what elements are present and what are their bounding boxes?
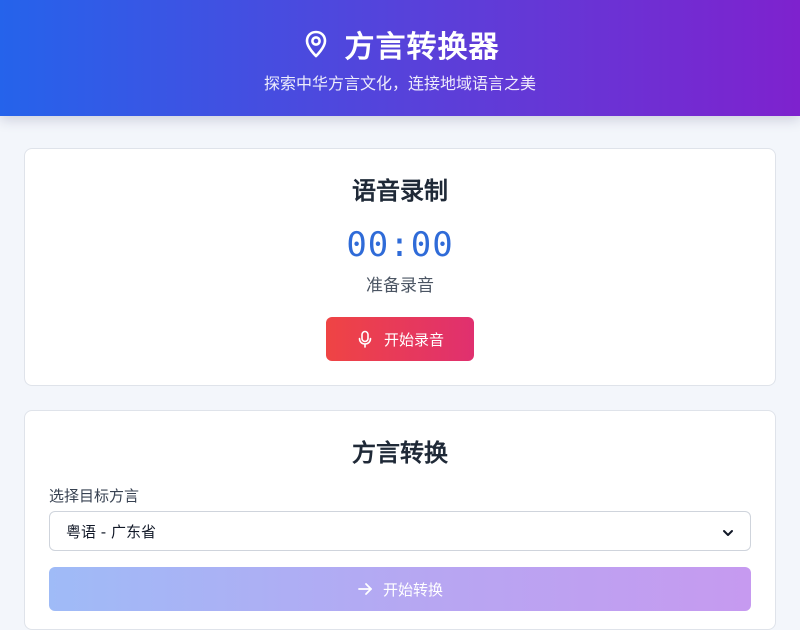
start-recording-label: 开始录音 (383, 331, 444, 349)
recording-timer: 00:00 (346, 225, 454, 265)
arrow-right-icon (357, 581, 373, 597)
recording-status: 准备录音 (366, 276, 434, 296)
microphone-icon (356, 330, 374, 348)
app-subtitle: 探索中华方言文化，连接地域语言之美 (263, 74, 536, 93)
start-conversion-button[interactable]: 开始转换 (49, 567, 751, 611)
map-pin-icon (301, 29, 331, 59)
conversion-title: 方言转换 (352, 439, 448, 467)
start-conversion-label: 开始转换 (382, 581, 443, 599)
app-title: 方言转换器 (344, 30, 500, 65)
title-row: 方言转换器 (0, 24, 800, 65)
target-dialect-label: 选择目标方言 (49, 487, 140, 505)
app-header: 方言转换器 探索中华方言文化，连接地域语言之美 (0, 0, 800, 116)
dialect-select[interactable]: 粤语 - 广东省 (49, 511, 751, 551)
start-recording-button[interactable]: 开始录音 (326, 317, 474, 361)
recording-title: 语音录制 (352, 177, 448, 205)
chevron-down-icon (722, 525, 734, 537)
conversion-card: 方言转换 选择目标方言 粤语 - 广东省 开始转换 (24, 410, 776, 630)
recording-card: 语音录制 00:00 准备录音 开始录音 (24, 148, 776, 386)
dialect-select-value: 粤语 - 广东省 (66, 522, 156, 541)
